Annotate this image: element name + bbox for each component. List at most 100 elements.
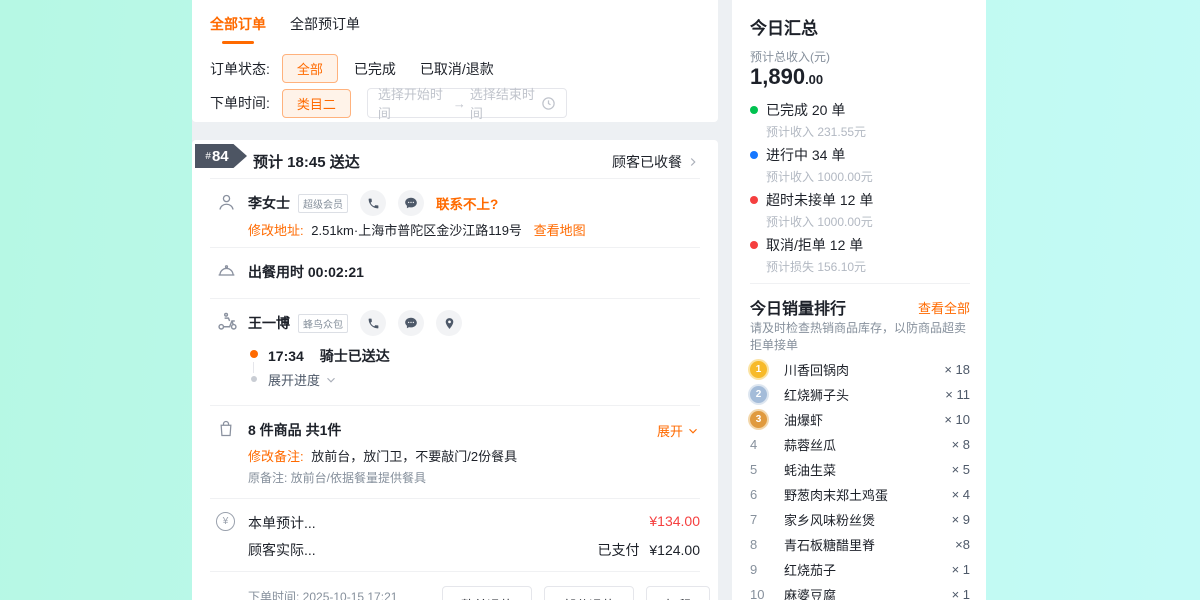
rank-medal-icon: 8 <box>750 536 770 553</box>
rank-medal-icon: 5 <box>750 461 770 478</box>
ranking-row: 10 麻婆豆腐 × 1 <box>750 582 970 600</box>
goods-bag-icon <box>216 419 236 439</box>
status-option[interactable]: 已取消/退款 <box>420 61 494 77</box>
event-time: 17:34 <box>268 348 304 364</box>
customer-address: 2.51km·上海市普陀区金沙江路119号 <box>311 223 522 238</box>
ranking-row: 5 蚝油生菜 × 5 <box>750 457 970 482</box>
meal-cloche-icon <box>216 261 237 282</box>
stat-label: 已完成 20 单 <box>766 100 845 120</box>
paid-amount: ¥124.00 <box>649 542 700 558</box>
date-range-picker[interactable]: 选择开始时间 → 选择结束时间 <box>367 88 567 118</box>
time-category-button[interactable]: 类目二 <box>282 89 351 118</box>
tab-all-preorders[interactable]: 全部预订单 <box>290 14 360 44</box>
rank-medal-icon: 4 <box>750 436 770 453</box>
message-rider-button[interactable] <box>398 310 424 336</box>
sales-ranking-list: 1 川香回锅肉 × 18 2 红烧狮子头 × 11 3 油爆虾 × 10 4 蒜… <box>750 357 970 600</box>
order-action-buttons: 整单退款部分退款打印 <box>442 586 710 600</box>
dish-count: × 11 <box>945 387 970 402</box>
actual-label: 顾客实际... <box>248 540 316 560</box>
meal-time-row: 出餐用时 00:02:21 <box>248 262 364 282</box>
original-note: 原备注: 放前台/依据餐量提供餐具 <box>248 469 426 486</box>
price-yuan-icon: ¥ <box>216 512 235 531</box>
goods-summary: 8 件商品 共1件 <box>248 420 341 440</box>
order-stats-list: 已完成 20 单 预计收入 231.55元 进行中 34 单 预计收入 1000… <box>750 100 970 280</box>
customer-row: 李女士 超级会员 联系不上? <box>248 190 498 216</box>
order-status-filter-row: 订单状态: 全部 已完成已取消/退款 <box>210 54 518 83</box>
divider <box>210 405 700 406</box>
dish-name: 家乡风味粉丝煲 <box>784 510 952 529</box>
daily-summary-panel: 今日汇总 预计总收入(元) 1,890.00 已完成 20 单 预计收入 231… <box>732 0 986 600</box>
order-time-label: 下单时间: <box>210 93 270 113</box>
ranking-row: 8 青石板糖醋里脊 ×8 <box>750 532 970 557</box>
message-icon <box>404 196 418 210</box>
paid-prefix: 已支付 <box>598 542 640 558</box>
address-row: 修改地址: 2.51km·上海市普陀区金沙江路119号 查看地图 <box>248 220 586 239</box>
divider <box>750 283 970 284</box>
ranking-title: 今日销量排行 <box>750 295 846 319</box>
call-customer-button[interactable] <box>360 190 386 216</box>
order-action-button[interactable]: 打印 <box>646 586 710 600</box>
dish-count: × 9 <box>952 512 970 527</box>
start-time-placeholder: 选择开始时间 <box>378 84 449 122</box>
divider <box>210 498 700 499</box>
order-status-link[interactable]: 顾客已收餐 <box>612 152 700 172</box>
order-time-filter-row: 下单时间: 类目二 选择开始时间 → 选择结束时间 <box>210 88 567 118</box>
rank-medal-icon: 6 <box>750 486 770 503</box>
ranking-row: 6 野葱肉末郑土鸡蛋 × 4 <box>750 482 970 507</box>
stat-label: 超时未接单 12 单 <box>766 190 873 210</box>
status-dot <box>750 151 758 159</box>
rider-location-button[interactable] <box>436 310 462 336</box>
edit-address-link[interactable]: 修改地址: <box>248 223 304 238</box>
status-filter-all-button[interactable]: 全部 <box>282 54 338 83</box>
clock-icon <box>541 96 556 111</box>
timeline-event: 17:34 骑士已送达 <box>268 346 390 366</box>
ranking-row: 4 蒜蓉丝瓜 × 8 <box>750 432 970 457</box>
expand-progress-toggle[interactable]: 展开进度 <box>268 370 338 389</box>
call-rider-button[interactable] <box>360 310 386 336</box>
status-dot <box>750 196 758 204</box>
order-action-button[interactable]: 整单退款 <box>442 586 532 600</box>
modified-note-text: 放前台，放门卫，不要敲门/2份餐具 <box>311 449 517 464</box>
status-option[interactable]: 已完成 <box>354 61 396 77</box>
range-arrow: → <box>453 96 466 111</box>
unreachable-link[interactable]: 联系不上? <box>436 193 498 213</box>
message-icon <box>404 316 418 330</box>
divider <box>210 247 700 248</box>
ranking-row: 7 家乡风味粉丝煲 × 9 <box>750 507 970 532</box>
end-time-placeholder: 选择结束时间 <box>470 84 541 122</box>
dish-name: 蒜蓉丝瓜 <box>784 435 952 454</box>
order-tabs: 全部订单 全部预订单 <box>210 14 360 44</box>
divider <box>210 571 700 572</box>
status-dot <box>750 106 758 114</box>
stat-sub: 预计损失 156.10元 <box>750 258 970 275</box>
order-number: 84 <box>212 148 229 165</box>
stat-sub: 预计收入 231.55元 <box>750 123 970 140</box>
dish-name: 青石板糖醋里脊 <box>784 535 955 554</box>
message-customer-button[interactable] <box>398 190 424 216</box>
ranking-row: 3 油爆虾 × 10 <box>750 407 970 432</box>
summary-title: 今日汇总 <box>750 14 818 39</box>
customer-name: 李女士 <box>248 193 290 213</box>
order-action-button[interactable]: 部分退款 <box>544 586 634 600</box>
expand-progress-label: 展开进度 <box>268 370 320 389</box>
dish-name: 川香回锅肉 <box>784 360 944 379</box>
event-text: 骑士已送达 <box>320 348 390 364</box>
goods-expand-toggle[interactable]: 展开 <box>657 421 700 440</box>
order-status-text: 顾客已收餐 <box>612 152 682 172</box>
view-all-link[interactable]: 查看全部 <box>918 298 970 317</box>
stat-sub: 预计收入 1000.00元 <box>750 168 970 185</box>
modified-note-label: 修改备注: <box>248 449 304 464</box>
dish-count: ×8 <box>955 537 970 552</box>
chevron-down-icon <box>324 373 338 387</box>
rider-icon <box>216 310 239 333</box>
tab-all-orders[interactable]: 全部订单 <box>210 14 266 44</box>
income-integer: 1,890 <box>750 64 805 89</box>
stat-item: 超时未接单 12 单 预计收入 1000.00元 <box>750 190 970 235</box>
rank-medal-icon: 2 <box>750 386 770 403</box>
dish-count: × 18 <box>944 362 970 377</box>
estimate-label: 本单预计... <box>248 513 316 533</box>
view-map-link[interactable]: 查看地图 <box>534 223 586 238</box>
dish-count: × 1 <box>952 587 970 600</box>
dish-name: 油爆虾 <box>784 410 944 429</box>
rank-medal-icon: 7 <box>750 511 770 528</box>
